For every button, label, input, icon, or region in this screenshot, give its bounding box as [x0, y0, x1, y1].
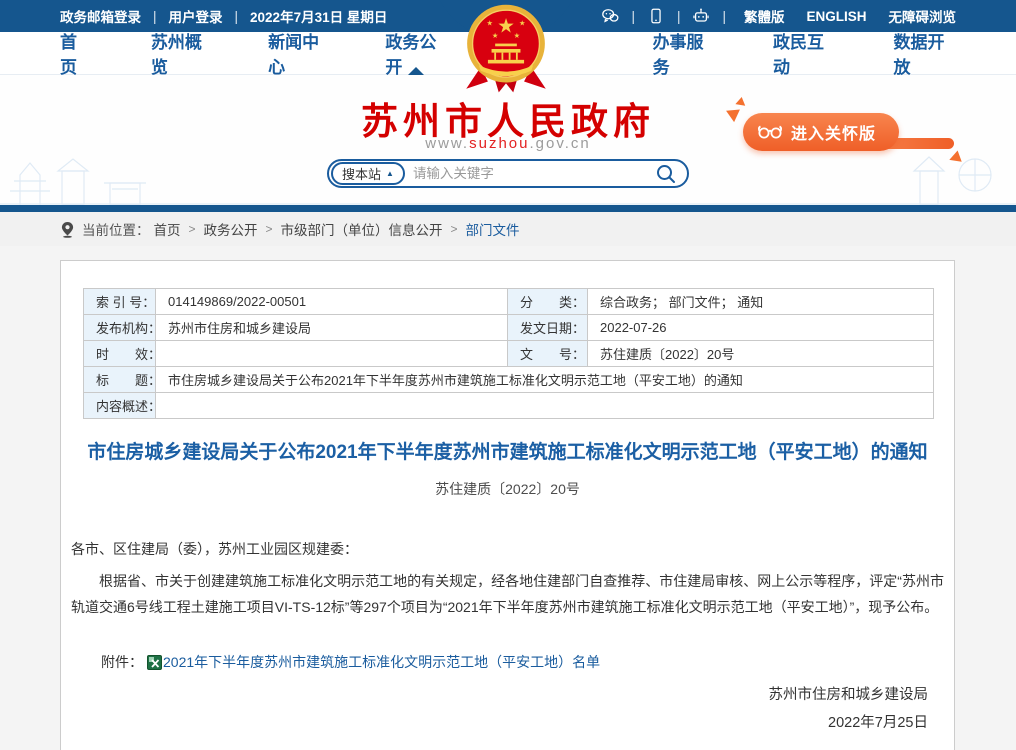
active-tab-caret — [408, 67, 424, 75]
category-label: 分 类： — [508, 289, 588, 315]
table-row: 标 题： 市住房城乡建设局关于公布2021年下半年度苏州市建筑施工标准化文明示范… — [84, 367, 934, 393]
svg-text:★: ★ — [514, 31, 520, 40]
url-prefix: www. — [425, 135, 469, 152]
chevron-up-icon: ▲ — [386, 169, 394, 178]
search-input[interactable] — [413, 166, 655, 181]
table-row: 发布机构： 苏州市住房和城乡建设局 发文日期： 2022-07-26 — [84, 315, 934, 341]
summary-value — [156, 393, 934, 419]
national-emblem-icon: ★ ★ ★ ★ ★ — [458, 2, 554, 96]
main-content-area: 索 引 号： 014149869/2022-00501 分 类： 综合政务； 部… — [0, 246, 1016, 750]
separator: | — [235, 9, 239, 24]
breadcrumb-gov-affairs[interactable]: 政务公开 — [204, 219, 258, 239]
breadcrumb: 当前位置： 首页 > 政务公开 > 市级部门（单位）信息公开 > 部门文件 — [0, 212, 1016, 246]
separator: | — [722, 9, 726, 24]
attachment-row: 附件： 2021年下半年度苏州市建筑施工标准化文明示范工地（平安工地）名单 — [101, 652, 954, 672]
breadcrumb-separator: > — [189, 222, 196, 236]
table-row: 索 引 号： 014149869/2022-00501 分 类： 综合政务； 部… — [84, 289, 934, 315]
arrow-decoration — [735, 96, 746, 106]
index-number-label: 索 引 号： — [84, 289, 156, 315]
search-icon — [655, 163, 677, 185]
svg-text:★: ★ — [492, 31, 498, 40]
user-login-link[interactable]: 用户登录 — [169, 6, 223, 26]
nav-item-services[interactable]: 办事服务 — [653, 32, 715, 75]
nav-item-home[interactable]: 首 页 — [60, 32, 95, 75]
current-date: 2022年7月31日 星期日 — [250, 6, 387, 26]
header-divider-stripe — [0, 205, 1016, 212]
english-link[interactable]: ENGLISH — [806, 9, 866, 24]
validity-value — [156, 341, 508, 367]
title-label: 标 题： — [84, 367, 156, 393]
search-scope-dropdown[interactable]: 搜本站 ▲ — [331, 162, 405, 185]
publisher-value: 苏州市住房和城乡建设局 — [156, 315, 508, 341]
search-button[interactable] — [655, 163, 677, 185]
signer-name: 苏州市住房和城乡建设局 — [61, 681, 928, 709]
breadcrumb-separator: > — [451, 222, 458, 236]
nav-item-news[interactable]: 新闻中心 — [268, 32, 329, 75]
care-version-label: 进入关怀版 — [791, 120, 876, 144]
article-salutation: 各市、区住建局（委），苏州工业园区规建委： — [71, 539, 944, 559]
breadcrumb-separator: > — [266, 222, 273, 236]
nav-item-open-data[interactable]: 数据开放 — [894, 32, 956, 75]
article-doc-number: 苏住建质〔2022〕20号 — [61, 479, 954, 499]
nav-item-overview[interactable]: 苏州概览 — [151, 32, 212, 75]
document-card: 索 引 号： 014149869/2022-00501 分 类： 综合政务； 部… — [60, 260, 955, 750]
breadcrumb-dept-info[interactable]: 市级部门（单位）信息公开 — [281, 219, 443, 239]
category-value: 综合政务； 部门文件； 通知 — [588, 289, 934, 315]
publish-date-label: 发文日期： — [508, 315, 588, 341]
summary-label: 内容概述： — [84, 393, 156, 419]
doc-number-label: 文 号： — [508, 341, 588, 367]
attachment-link[interactable]: 2021年下半年度苏州市建筑施工标准化文明示范工地（平安工地）名单 — [163, 652, 600, 672]
table-row: 内容概述： — [84, 393, 934, 419]
page: 政务邮箱登录 | 用户登录 | 2022年7月31日 星期日 | — [0, 0, 1016, 750]
excel-file-icon — [147, 655, 162, 670]
attachment-label: 附件： — [101, 652, 143, 672]
nav-item-gov-affairs[interactable]: 政务公开 — [385, 32, 446, 75]
search-scope-label: 搜本站 — [342, 164, 381, 183]
url-suffix: .gov.cn — [529, 135, 590, 152]
mobile-icon[interactable] — [647, 7, 665, 25]
breadcrumb-home[interactable]: 首页 — [154, 219, 181, 239]
location-pin-icon — [60, 221, 75, 238]
mail-login-link[interactable]: 政务邮箱登录 — [60, 6, 141, 26]
separator: | — [677, 9, 681, 24]
svg-text:★: ★ — [497, 16, 515, 38]
robot-icon[interactable] — [692, 7, 710, 25]
breadcrumb-label: 当前位置： — [82, 219, 150, 239]
wechat-icon[interactable] — [601, 7, 619, 25]
url-highlight: suzhou — [469, 135, 529, 152]
table-row: 时 效： 文 号： 苏住建质〔2022〕20号 — [84, 341, 934, 367]
national-emblem: ★ ★ ★ ★ ★ — [458, 0, 554, 96]
separator: | — [153, 9, 157, 24]
traditional-chinese-link[interactable]: 繁體版 — [744, 6, 785, 26]
article-title: 市住房城乡建设局关于公布2021年下半年度苏州市建筑施工标准化文明示范工地（平安… — [85, 440, 930, 466]
svg-text:★: ★ — [486, 19, 492, 28]
site-search: 搜本站 ▲ — [327, 159, 689, 188]
article-paragraph: 根据省、市关于创建建筑施工标准化文明示范工地的有关规定，经各地住建部门自查推荐、… — [71, 568, 944, 620]
validity-label: 时 效： — [84, 341, 156, 367]
care-version-area: 进入关怀版 — [729, 100, 954, 170]
breadcrumb-dept-files[interactable]: 部门文件 — [466, 219, 520, 239]
index-number-value: 014149869/2022-00501 — [156, 289, 508, 315]
publisher-label: 发布机构： — [84, 315, 156, 341]
sign-date: 2022年7月25日 — [61, 709, 928, 737]
accessibility-link[interactable]: 无障碍浏览 — [889, 6, 957, 26]
document-meta-table: 索 引 号： 014149869/2022-00501 分 类： 综合政务； 部… — [83, 288, 934, 419]
arrow-decoration — [726, 104, 744, 122]
signature-block: 苏州市住房和城乡建设局 2022年7月25日 — [61, 681, 928, 737]
nav-item-interaction[interactable]: 政民互动 — [773, 32, 835, 75]
glasses-icon — [757, 124, 783, 140]
title-value: 市住房城乡建设局关于公布2021年下半年度苏州市建筑施工标准化文明示范工地（平安… — [156, 367, 934, 393]
separator: | — [631, 9, 635, 24]
doc-number-value: 苏住建质〔2022〕20号 — [588, 341, 934, 367]
care-version-button[interactable]: 进入关怀版 — [743, 113, 899, 151]
publish-date-value: 2022-07-26 — [588, 315, 934, 341]
svg-text:★: ★ — [519, 19, 525, 28]
